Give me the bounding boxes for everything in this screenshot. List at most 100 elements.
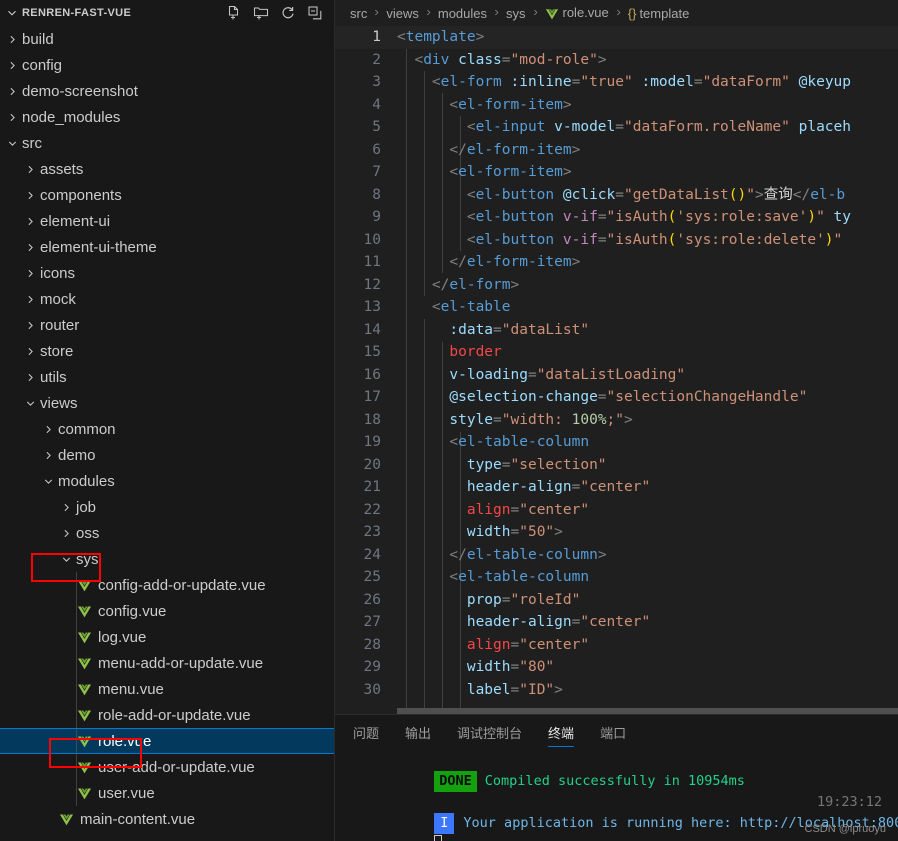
tree-item-role-add-or-update-vue[interactable]: role-add-or-update.vue (0, 702, 334, 728)
chevron-right-icon[interactable] (58, 525, 74, 541)
tree-item-demo-screenshot[interactable]: demo-screenshot (0, 78, 334, 104)
panel-tab-3[interactable]: 终端 (548, 715, 575, 750)
tree-item-user-vue[interactable]: user.vue (0, 780, 334, 806)
tree-item-menu-add-or-update-vue[interactable]: menu-add-or-update.vue (0, 650, 334, 676)
chevron-right-icon[interactable] (22, 161, 38, 177)
code-line[interactable]: 27 header-align="center" (335, 611, 898, 634)
code-line[interactable]: 29 width="80" (335, 656, 898, 679)
breadcrumb-item-modules[interactable]: modules (438, 6, 487, 21)
breadcrumb-item-template[interactable]: {} template (628, 6, 690, 21)
code-line[interactable]: 6 </el-form-item> (335, 139, 898, 162)
chevron-right-icon[interactable] (4, 31, 20, 47)
breadcrumb-item-sys[interactable]: sys (506, 6, 526, 21)
chevron-down-icon[interactable] (22, 395, 38, 411)
panel-tab-1[interactable]: 输出 (405, 715, 431, 750)
tree-item-views[interactable]: views (0, 390, 334, 416)
tree-item-oss[interactable]: oss (0, 520, 334, 546)
chevron-down-icon[interactable] (4, 5, 20, 21)
code-line[interactable]: 23 width="50"> (335, 521, 898, 544)
tree-item-sys[interactable]: sys (0, 546, 334, 572)
terminal-output[interactable]: DONE Compiled successfully in 10954ms 19:… (335, 750, 898, 841)
chevron-right-icon[interactable] (22, 369, 38, 385)
tree-item-config[interactable]: config (0, 52, 334, 78)
code-line[interactable]: 12 </el-form> (335, 274, 898, 297)
chevron-right-icon[interactable] (22, 213, 38, 229)
panel-tab-4[interactable]: 端口 (600, 715, 626, 750)
code-line[interactable]: 20 type="selection" (335, 454, 898, 477)
tree-item-main-content-vue[interactable]: main-content.vue (0, 806, 334, 832)
panel-tab-0[interactable]: 问题 (353, 715, 379, 750)
code-line[interactable]: 21 header-align="center" (335, 476, 898, 499)
panel-tab-2[interactable]: 调试控制台 (457, 715, 522, 750)
code-line[interactable]: 25 <el-table-column (335, 566, 898, 589)
code-line[interactable]: 15 border (335, 341, 898, 364)
chevron-down-icon[interactable] (40, 473, 56, 489)
chevron-right-icon[interactable] (4, 57, 20, 73)
code-line[interactable]: 18 style="width: 100%;"> (335, 409, 898, 432)
breadcrumb[interactable]: src views modules sys role.vue {} template (335, 0, 898, 26)
tree-item-utils[interactable]: utils (0, 364, 334, 390)
tree-item-assets[interactable]: assets (0, 156, 334, 182)
panel-tabs[interactable]: 问题 输出 调试控制台 终端 端口 (335, 715, 898, 750)
breadcrumb-item-views[interactable]: views (386, 6, 419, 21)
collapse-all-icon[interactable] (306, 4, 324, 22)
chevron-right-icon[interactable] (22, 239, 38, 255)
breadcrumb-item-src[interactable]: src (350, 6, 367, 21)
code-line[interactable]: 17 @selection-change="selectionChangeHan… (335, 386, 898, 409)
tree-item-store[interactable]: store (0, 338, 334, 364)
code-line[interactable]: 4 <el-form-item> (335, 94, 898, 117)
chevron-right-icon[interactable] (4, 83, 20, 99)
tree-item-element-ui[interactable]: element-ui (0, 208, 334, 234)
tree-item-user-add-or-update-vue[interactable]: user-add-or-update.vue (0, 754, 334, 780)
breadcrumb-item-role-vue[interactable]: role.vue (545, 5, 609, 21)
chevron-right-icon[interactable] (58, 499, 74, 515)
chevron-right-icon[interactable] (4, 109, 20, 125)
tree-item-node-modules[interactable]: node_modules (0, 104, 334, 130)
code-line[interactable]: 13 <el-table (335, 296, 898, 319)
tree-item-build[interactable]: build (0, 26, 334, 52)
tree-item-config-add-or-update-vue[interactable]: config-add-or-update.vue (0, 572, 334, 598)
tree-item-mock[interactable]: mock (0, 286, 334, 312)
chevron-down-icon[interactable] (4, 135, 20, 151)
tree-item-src[interactable]: src (0, 130, 334, 156)
chevron-right-icon[interactable] (22, 343, 38, 359)
code-line[interactable]: 14 :data="dataList" (335, 319, 898, 342)
tree-item-icons[interactable]: icons (0, 260, 334, 286)
code-line[interactable]: 10 <el-button v-if="isAuth('sys:role:del… (335, 229, 898, 252)
tree-item-config-vue[interactable]: config.vue (0, 598, 334, 624)
refresh-icon[interactable] (279, 4, 297, 22)
chevron-down-icon[interactable] (58, 551, 74, 567)
code-line[interactable]: 3 <el-form :inline="true" :model="dataFo… (335, 71, 898, 94)
tree-item-log-vue[interactable]: log.vue (0, 624, 334, 650)
code-line[interactable]: 19 <el-table-column (335, 431, 898, 454)
code-line[interactable]: 2 <div class="mod-role"> (335, 49, 898, 72)
code-line[interactable]: 22 align="center" (335, 499, 898, 522)
code-line[interactable]: 9 <el-button v-if="isAuth('sys:role:save… (335, 206, 898, 229)
new-file-icon[interactable] (225, 4, 243, 22)
code-line[interactable]: 30 label="ID"> (335, 679, 898, 702)
tree-item-common[interactable]: common (0, 416, 334, 442)
chevron-right-icon[interactable] (40, 447, 56, 463)
file-tree[interactable]: build config demo-screenshot node_modules sr… (0, 26, 334, 832)
tree-item-modules[interactable]: modules (0, 468, 334, 494)
chevron-right-icon[interactable] (22, 265, 38, 281)
tree-item-role-vue[interactable]: role.vue (0, 728, 334, 754)
code-line[interactable]: 8 <el-button @click="getDataList()">查询</… (335, 184, 898, 207)
tree-item-demo[interactable]: demo (0, 442, 334, 468)
tree-item-menu-vue[interactable]: menu.vue (0, 676, 334, 702)
tree-item-element-ui-theme[interactable]: element-ui-theme (0, 234, 334, 260)
code-editor[interactable]: 1 <template> 2 <div class="mod-role"> 3 <el… (335, 26, 898, 714)
chevron-right-icon[interactable] (22, 317, 38, 333)
code-line[interactable]: 26 prop="roleId" (335, 589, 898, 612)
tree-item-router[interactable]: router (0, 312, 334, 338)
code-line[interactable]: 7 <el-form-item> (335, 161, 898, 184)
code-line[interactable]: 11 </el-form-item> (335, 251, 898, 274)
tree-item-components[interactable]: components (0, 182, 334, 208)
code-line[interactable]: 1 <template> (335, 26, 898, 49)
chevron-right-icon[interactable] (22, 187, 38, 203)
chevron-right-icon[interactable] (40, 421, 56, 437)
new-folder-icon[interactable] (252, 4, 270, 22)
code-line[interactable]: 5 <el-input v-model="dataForm.roleName" … (335, 116, 898, 139)
code-line[interactable]: 24 </el-table-column> (335, 544, 898, 567)
tree-item-job[interactable]: job (0, 494, 334, 520)
